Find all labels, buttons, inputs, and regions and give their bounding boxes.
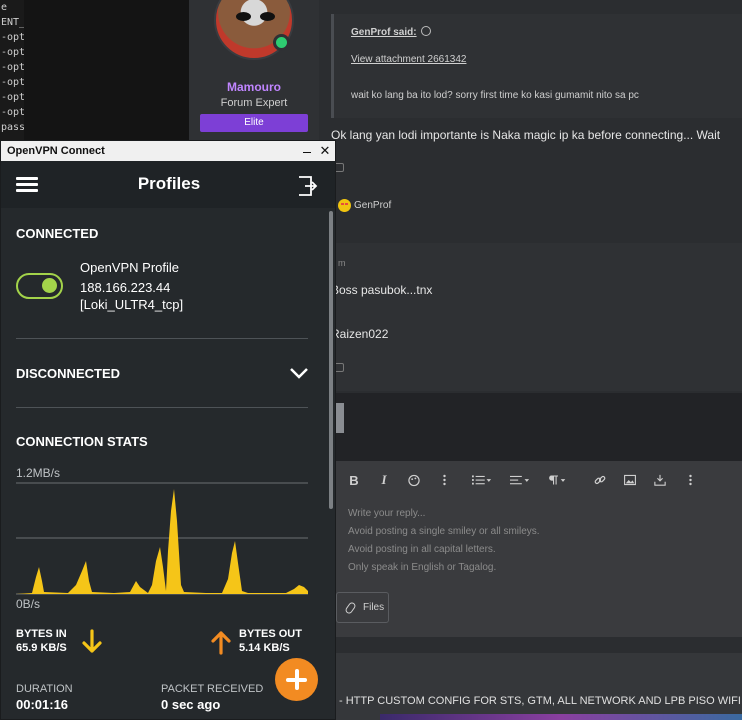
chevron-down-icon[interactable] <box>289 366 309 380</box>
post-timestamp: m <box>338 258 346 268</box>
list-dropdown-icon[interactable] <box>472 473 492 487</box>
heart-eyes-emoji-icon <box>338 199 351 212</box>
close-button[interactable]: ✕ <box>318 144 332 158</box>
terminal-line: -opt <box>1 32 24 43</box>
reply-guideline: Avoid posting a single smiley or all smi… <box>348 526 540 537</box>
background-panel <box>24 0 189 140</box>
bold-icon[interactable]: B <box>348 473 360 488</box>
palette-icon[interactable] <box>408 473 420 487</box>
duration-value: 00:01:16 <box>16 697 69 712</box>
avatar[interactable] <box>214 0 294 60</box>
user-badge: Elite <box>200 114 308 132</box>
terminal-line: -opt <box>1 77 24 88</box>
connected-section-label: CONNECTED <box>16 226 99 241</box>
paragraph-dropdown-icon[interactable] <box>548 473 568 487</box>
post-text: Ok lang yan lodi importante is Naka magi… <box>331 128 721 142</box>
traffic-area <box>16 489 308 594</box>
bytes-in-value: 65.9 KB/S <box>16 642 67 654</box>
chart-max-label: 1.2MB/s <box>16 466 61 480</box>
quote-text: wait ko lang ba ito lod? sorry first tim… <box>351 90 639 101</box>
post-user-column: Mamouro Forum Expert Elite <box>189 0 319 140</box>
insert-icon[interactable] <box>654 473 666 487</box>
import-profile-icon[interactable] <box>296 175 318 196</box>
sunglasses-icon <box>236 12 276 21</box>
link-icon[interactable] <box>594 473 606 487</box>
thread-list-bar: - HTTP CUSTOM CONFIG FOR STS, GTM, ALL N… <box>331 653 742 720</box>
spacer-strip <box>331 393 742 461</box>
stats-section-label: CONNECTION STATS <box>16 434 148 449</box>
files-label: Files <box>363 602 385 613</box>
bytes-in-label: BYTES IN <box>16 628 67 640</box>
editor-toolbar: B I <box>348 471 714 489</box>
reply-guideline: Avoid posting in all capital letters. <box>348 544 496 555</box>
arrow-up-circle-icon[interactable] <box>420 26 431 36</box>
scrollbar-thumb[interactable] <box>329 211 333 509</box>
profile-ip: 188.166.223.44 <box>80 280 171 295</box>
window-titlebar[interactable]: OpenVPN Connect ✕ <box>1 141 335 161</box>
packet-received-value: 0 sec ago <box>161 697 221 712</box>
post-text: Boss pasubok...tnx <box>331 283 433 297</box>
reply-editor: B I Write your reply... Avoid posting a … <box>331 461 742 637</box>
terminal-line: pass <box>1 122 24 133</box>
online-status-icon <box>273 34 290 51</box>
reply-guideline: Only speak in English or Tagalog. <box>348 562 497 573</box>
page-title: Profiles <box>137 174 201 193</box>
view-attachment-link[interactable]: View attachment 2661342 <box>351 54 466 65</box>
paperclip-icon <box>344 601 357 615</box>
bytes-out-label: BYTES OUT <box>239 628 302 640</box>
disconnected-section-label[interactable]: DISCONNECTED <box>16 366 120 381</box>
upload-arrow-icon <box>210 629 232 655</box>
traffic-chart <box>16 482 308 595</box>
section-separator <box>331 637 742 653</box>
add-profile-button[interactable] <box>275 658 318 701</box>
divider <box>16 338 308 339</box>
image-icon[interactable] <box>624 473 636 487</box>
terminal-window-fragment: e ENT_ -opt -opt -opt -opt -opt -opt pass <box>0 0 24 140</box>
profile-name[interactable]: OpenVPN Profile <box>80 260 179 275</box>
duration-label: DURATION <box>16 683 73 695</box>
thread-title-link[interactable]: - HTTP CUSTOM CONFIG FOR STS, GTM, ALL N… <box>339 695 742 707</box>
divider <box>16 407 308 408</box>
align-dropdown-icon[interactable] <box>510 473 530 487</box>
chart-min-label: 0B/s <box>16 597 41 611</box>
app-header: Profiles <box>1 161 335 208</box>
window-title: OpenVPN Connect <box>7 145 105 157</box>
reply-input-placeholder[interactable]: Write your reply... <box>348 508 425 519</box>
quote-author-label: GenProf said: <box>351 27 417 38</box>
quote-block: GenProf said: View attachment 2661342 wa… <box>331 14 742 118</box>
post-signature: Raizen022 <box>331 327 389 341</box>
terminal-line: ENT_ <box>1 17 24 28</box>
more-options-icon[interactable] <box>684 473 696 487</box>
connection-toggle[interactable] <box>16 273 63 299</box>
terminal-line: -opt <box>1 47 24 58</box>
openvpn-window: OpenVPN Connect ✕ Profiles CONNECTED Ope… <box>0 140 336 720</box>
reaction-user[interactable]: GenProf <box>354 200 391 211</box>
terminal-line: -opt <box>1 107 24 118</box>
more-options-icon[interactable] <box>438 473 450 487</box>
user-title: Forum Expert <box>220 97 288 109</box>
post-container <box>331 243 742 391</box>
packet-received-label: PACKET RECEIVED <box>161 683 264 695</box>
taskbar-edge <box>380 714 742 720</box>
minimize-button[interactable] <box>301 144 313 158</box>
terminal-line: e <box>1 2 8 13</box>
username-link[interactable]: Mamouro <box>189 80 319 94</box>
quote-author-link[interactable]: GenProf said: <box>351 26 431 38</box>
italic-icon[interactable]: I <box>378 472 390 487</box>
bytes-out-value: 5.14 KB/S <box>239 642 290 654</box>
terminal-line: -opt <box>1 92 24 103</box>
terminal-line: -opt <box>1 62 24 73</box>
attach-files-button[interactable]: Files <box>336 592 389 623</box>
profile-server: [Loki_ULTR4_tcp] <box>80 297 184 312</box>
download-arrow-icon <box>81 629 103 655</box>
